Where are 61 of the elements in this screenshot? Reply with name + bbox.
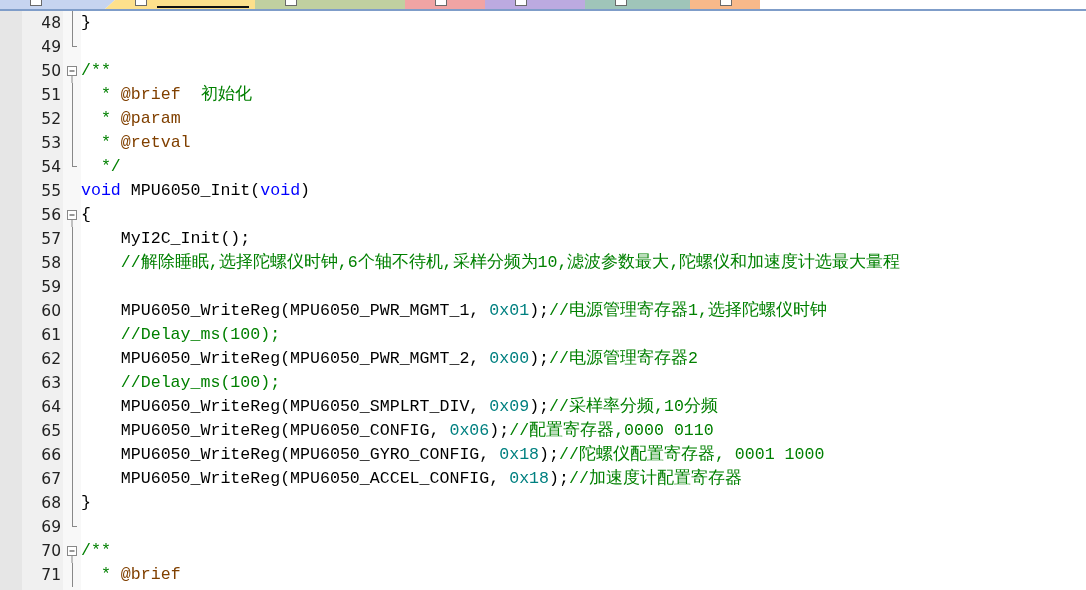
line-number: 51 xyxy=(40,85,62,106)
fold-line xyxy=(71,11,73,35)
code-line: MPU6050_WriteReg(MPU6050_PWR_MGMT_2, 0x00);//电源管理寄存器2 xyxy=(119,349,698,368)
code-line: /** xyxy=(81,541,111,560)
code-line: * @brief xyxy=(99,565,181,584)
line-number: 57 xyxy=(40,229,62,250)
line-number: 63 xyxy=(40,373,62,394)
line-number: 69 xyxy=(40,517,62,538)
code-line: MPU6050_WriteReg(MPU6050_ACCEL_CONFIG, 0x18);//加速度计配置寄存器 xyxy=(119,469,742,488)
collapse-icon[interactable] xyxy=(67,546,77,563)
line-number: 54 xyxy=(40,157,62,178)
line-number: 52 xyxy=(40,109,62,130)
line-number: 68 xyxy=(40,493,62,514)
fold-end-icon xyxy=(72,35,77,47)
code-line: * @param xyxy=(99,109,181,128)
line-number: 71 xyxy=(40,565,62,586)
code-line: MPU6050_WriteReg(MPU6050_PWR_MGMT_1, 0x01);//电源管理寄存器1,选择陀螺仪时钟 xyxy=(119,301,827,320)
code-line: //Delay_ms(100); xyxy=(119,373,281,392)
file-icon xyxy=(135,0,147,6)
code-line: MPU6050_WriteReg(MPU6050_CONFIG, 0x06);//配置寄存器,0000 0110 xyxy=(119,421,714,440)
code-line: void MPU6050_Init(void) xyxy=(81,181,311,200)
fold-end-icon xyxy=(72,515,77,527)
code-line: { xyxy=(81,205,91,224)
line-number: 55 xyxy=(40,181,62,202)
code-line: //Delay_ms(100); xyxy=(119,325,281,344)
code-line: MPU6050_WriteReg(MPU6050_GYRO_CONFIG, 0x18);//陀螺仪配置寄存器, 0001 1000 xyxy=(119,445,825,464)
line-number: 58 xyxy=(40,253,62,274)
collapse-icon[interactable] xyxy=(67,210,77,227)
editor-tab[interactable] xyxy=(105,0,255,9)
line-number: 48 xyxy=(40,13,62,34)
code-line: //解除睡眠,选择陀螺仪时钟,6个轴不待机,采样分频为10,滤波参数最大,陀螺仪和加速度计选最大量程 xyxy=(119,253,901,272)
file-icon xyxy=(30,0,42,6)
code-line: * @brief 初始化 xyxy=(99,85,252,104)
line-number: 62 xyxy=(40,349,62,370)
file-icon xyxy=(435,0,447,6)
line-number: 67 xyxy=(40,469,62,490)
code-line: MPU6050_WriteReg(MPU6050_SMPLRT_DIV, 0x09);//采样率分频,10分频 xyxy=(119,397,718,416)
collapse-icon[interactable] xyxy=(67,66,77,83)
line-number: 59 xyxy=(40,277,62,298)
fold-line xyxy=(71,563,73,587)
line-number: 65 xyxy=(40,421,62,442)
code-line: * @retval xyxy=(99,133,191,152)
line-number: 53 xyxy=(40,133,62,154)
code-line: } xyxy=(81,13,91,32)
code-line: } xyxy=(81,493,91,512)
file-icon xyxy=(720,0,732,6)
line-number: 50 xyxy=(40,61,62,82)
code-line: MyI2C_Init(); xyxy=(119,229,251,248)
code-line: */ xyxy=(99,157,121,176)
line-number: 66 xyxy=(40,445,62,466)
file-icon xyxy=(615,0,627,6)
line-number: 70 xyxy=(40,541,62,562)
line-number: 61 xyxy=(40,325,62,346)
file-icon xyxy=(285,0,297,6)
line-number: 56 xyxy=(40,205,62,226)
fold-end-icon xyxy=(72,155,77,167)
code-line: /** xyxy=(81,61,111,80)
line-number: 60 xyxy=(40,301,62,322)
file-icon xyxy=(515,0,527,6)
line-number: 49 xyxy=(40,37,62,58)
line-number: 64 xyxy=(40,397,62,418)
